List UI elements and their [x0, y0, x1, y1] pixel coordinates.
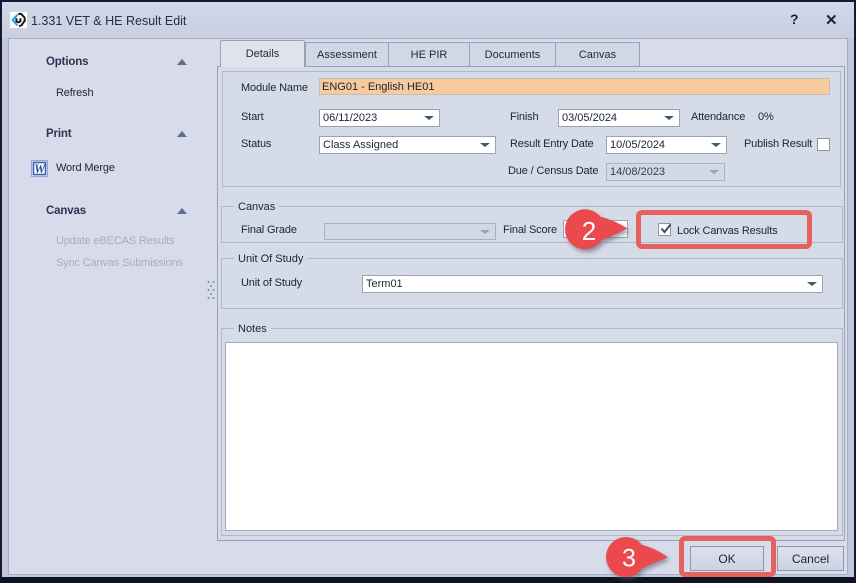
svg-text:3: 3	[622, 545, 636, 573]
svg-text:W: W	[34, 162, 46, 176]
svg-text:2: 2	[582, 216, 596, 246]
